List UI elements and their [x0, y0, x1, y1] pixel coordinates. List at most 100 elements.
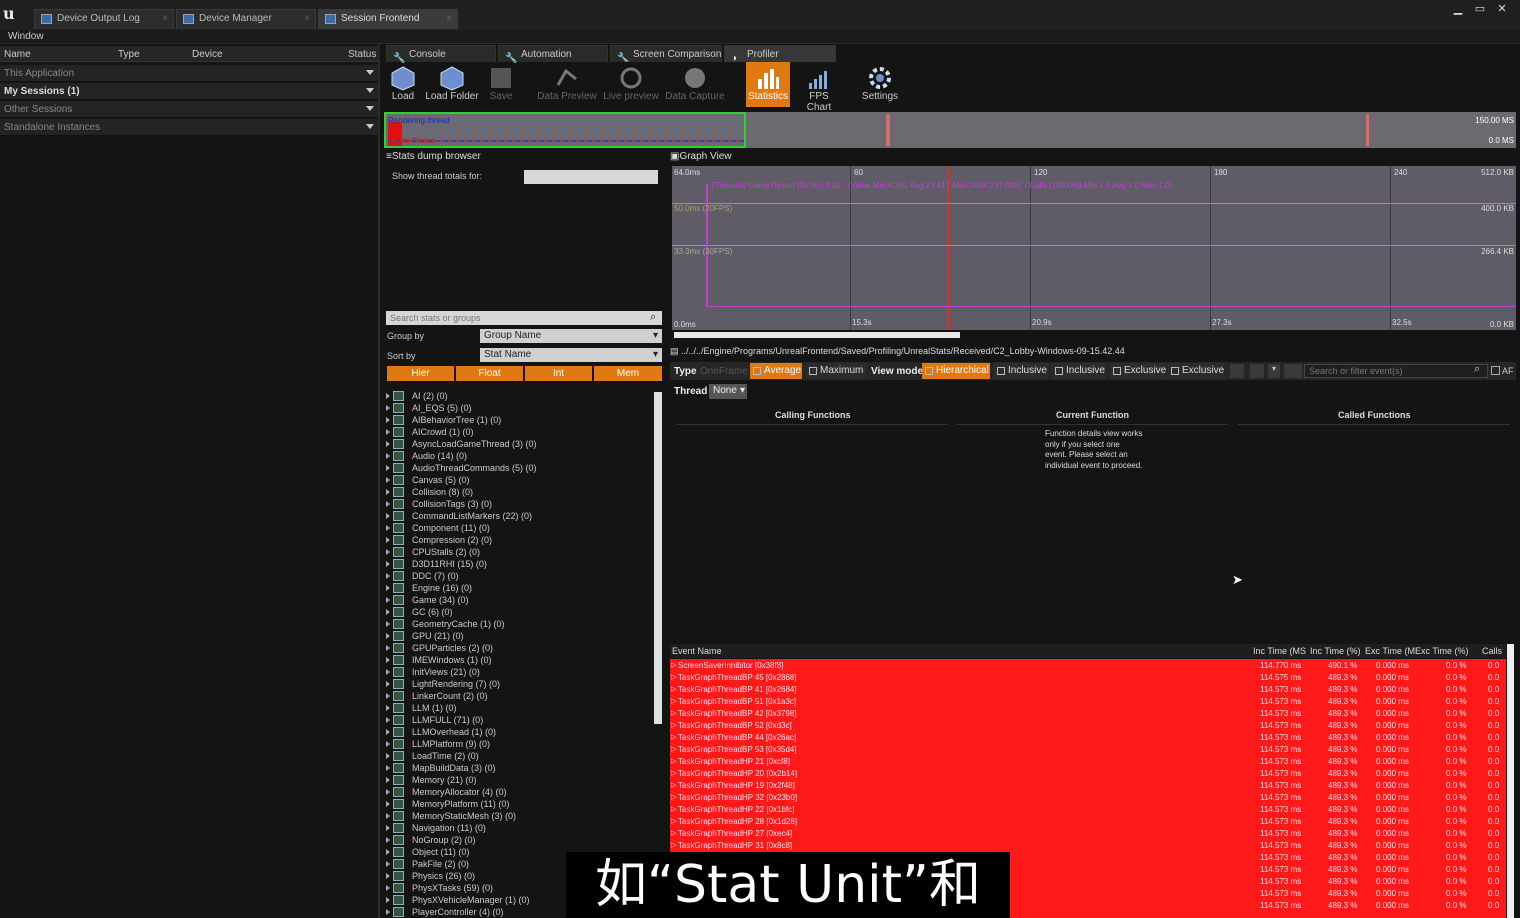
tab-profiler[interactable]: ◑ Profiler	[724, 45, 836, 64]
expand-arrow-icon[interactable]	[386, 765, 390, 771]
expand-arrow-icon[interactable]	[386, 465, 390, 471]
stat-group-item[interactable]: CommandListMarkers (22) (0)	[386, 510, 648, 522]
expand-arrow-icon[interactable]	[386, 621, 390, 627]
stat-group-item[interactable]: D3D11RHI (15) (0)	[386, 558, 648, 570]
stat-group-item[interactable]: Component (11) (0)	[386, 522, 648, 534]
event-row[interactable]: ▷ TaskGraphThreadBP 53 [0x35d4] 114.573 ms…	[670, 744, 1506, 756]
expand-arrow-icon[interactable]	[386, 393, 390, 399]
expand-arrow-icon[interactable]: ▷	[671, 805, 676, 813]
expand-arrow-icon[interactable]	[386, 669, 390, 675]
load-button[interactable]: Load	[386, 62, 420, 110]
stat-group-item[interactable]: GC (6) (0)	[386, 606, 648, 618]
expand-arrow-icon[interactable]: ▷	[671, 709, 676, 717]
col-name[interactable]: Name	[4, 49, 31, 60]
event-row[interactable]: ▷ ScreenSaverInhibitor [0x38f8] 114.770 ms…	[670, 660, 1506, 672]
settings-button[interactable]: Settings	[860, 62, 900, 110]
stat-group-item[interactable]: LinkerCount (2) (0)	[386, 690, 648, 702]
expand-arrow-icon[interactable]	[386, 789, 390, 795]
expand-arrow-icon[interactable]	[386, 741, 390, 747]
maximize-button[interactable]: ▭	[1472, 3, 1488, 15]
session-group-my-sessions[interactable]: My Sessions (1)	[0, 83, 378, 100]
tab-device-output-log[interactable]: Device Output Log ×	[34, 9, 174, 29]
expand-arrow-icon[interactable]	[386, 525, 390, 531]
sort-by-combo[interactable]: Stat Name ▾	[480, 348, 662, 362]
graph-scrollbar[interactable]	[674, 332, 960, 338]
expand-arrow-icon[interactable]	[386, 897, 390, 903]
expand-arrow-icon[interactable]	[386, 597, 390, 603]
data-graph-strip[interactable]: Rendering thread Game thread 150.00 MS 0…	[384, 112, 1516, 148]
expand-arrow-icon[interactable]	[386, 489, 390, 495]
stat-group-item[interactable]: LLM (1) (0)	[386, 702, 648, 714]
stat-group-item[interactable]: Game (34) (0)	[386, 594, 648, 606]
event-row[interactable]: ▷ TaskGraphThreadHP 27 [0xec4] 114.573 ms 4…	[670, 828, 1506, 840]
col-device[interactable]: Device	[192, 49, 223, 60]
expand-arrow-icon[interactable]	[386, 441, 390, 447]
stat-group-item[interactable]: LLMFULL (71) (0)	[386, 714, 648, 726]
expand-arrow-icon[interactable]	[386, 537, 390, 543]
expand-arrow-icon[interactable]: ▷	[671, 721, 676, 729]
stat-group-item[interactable]: CollisionTags (3) (0)	[386, 498, 648, 510]
tab-session-frontend[interactable]: Session Frontend ×	[318, 9, 458, 29]
stat-group-item[interactable]: Memory (21) (0)	[386, 774, 648, 786]
expand-arrow-icon[interactable]	[386, 849, 390, 855]
group-by-combo[interactable]: Group Name ▾	[480, 329, 662, 343]
expand-arrow-icon[interactable]	[386, 549, 390, 555]
stat-group-item[interactable]: Collision (8) (0)	[386, 486, 648, 498]
stat-group-item[interactable]: GPU (21) (0)	[386, 630, 648, 642]
event-row[interactable]: ▷ TaskGraphThreadBP 41 [0x2684] 114.573 ms…	[670, 684, 1506, 696]
expand-arrow-icon[interactable]	[386, 873, 390, 879]
col-status[interactable]: Status	[348, 49, 376, 60]
stat-group-item[interactable]: Audio (14) (0)	[386, 450, 648, 462]
expand-arrow-icon[interactable]	[386, 717, 390, 723]
expand-arrow-icon[interactable]: ▷	[671, 697, 676, 705]
inclusive-button-2[interactable]: Inclusive	[1052, 363, 1106, 379]
tab-console[interactable]: 🔧 Console	[386, 45, 496, 64]
stat-group-item[interactable]: Engine (16) (0)	[386, 582, 648, 594]
live-preview-button[interactable]: Live preview	[602, 62, 660, 110]
expand-arrow-icon[interactable]	[386, 585, 390, 591]
stat-group-item[interactable]: InitViews (21) (0)	[386, 666, 648, 678]
minimize-button[interactable]: ▁	[1450, 3, 1466, 15]
col-type[interactable]: Type	[118, 49, 140, 60]
expand-arrow-icon[interactable]	[386, 861, 390, 867]
col-exc-time-pct[interactable]: Exc Time (%)	[1415, 646, 1469, 656]
session-group-other-sessions[interactable]: Other Sessions	[0, 101, 378, 118]
graph-view[interactable]: 64.0ms 60 120 180 240 512.0 KB [Threads]…	[672, 166, 1516, 330]
expand-arrow-icon[interactable]: ▷	[671, 757, 676, 765]
stat-group-item[interactable]: AICrowd (1) (0)	[386, 426, 648, 438]
stat-group-item[interactable]: LLMPlatform (9) (0)	[386, 738, 648, 750]
stat-group-item[interactable]: MapBuildData (3) (0)	[386, 762, 648, 774]
event-row[interactable]: ▷ TaskGraphThreadBP 45 [0x2868] 114.575 ms…	[670, 672, 1506, 684]
session-group-this-application[interactable]: This Application	[0, 65, 378, 82]
expand-arrow-icon[interactable]: ▷	[671, 793, 676, 801]
data-capture-button[interactable]: Data Capture	[664, 62, 726, 110]
stat-group-item[interactable]: Navigation (11) (0)	[386, 822, 648, 834]
expand-arrow-icon[interactable]: ▷	[671, 685, 676, 693]
expand-arrow-icon[interactable]	[386, 729, 390, 735]
event-row[interactable]: ▷ TaskGraphThreadHP 21 [0xcf8] 114.573 ms 4…	[670, 756, 1506, 768]
expand-arrow-icon[interactable]: ▷	[671, 661, 676, 669]
stat-group-item[interactable]: Compression (2) (0)	[386, 534, 648, 546]
stat-group-item[interactable]: GPUParticles (2) (0)	[386, 642, 648, 654]
expand-arrow-icon[interactable]	[386, 561, 390, 567]
stat-group-item[interactable]: AI_EQS (5) (0)	[386, 402, 648, 414]
chevron-down-icon[interactable]	[366, 106, 374, 111]
expand-arrow-icon[interactable]: ▷	[671, 745, 676, 753]
exclusive-button-1[interactable]: Exclusive	[1110, 363, 1166, 379]
stat-group-item[interactable]: MemoryAllocator (4) (0)	[386, 786, 648, 798]
expand-arrow-icon[interactable]	[386, 453, 390, 459]
save-button[interactable]: Save	[484, 62, 518, 110]
tab-automation[interactable]: 🔧 Automation	[498, 45, 608, 64]
fps-chart-button[interactable]: FPS Chart	[796, 62, 842, 113]
chevron-down-icon[interactable]	[366, 124, 374, 129]
expand-arrow-icon[interactable]	[386, 753, 390, 759]
expand-arrow-icon[interactable]	[386, 705, 390, 711]
tab-device-manager[interactable]: Device Manager ×	[176, 9, 316, 29]
expand-arrow-icon[interactable]	[386, 801, 390, 807]
close-icon[interactable]: ×	[162, 10, 168, 28]
expand-arrow-icon[interactable]	[386, 813, 390, 819]
maximum-button[interactable]: Maximum	[806, 363, 866, 379]
expand-arrow-icon[interactable]	[386, 405, 390, 411]
event-row[interactable]: ▷ TaskGraphThreadHP 20 [0x2b14] 114.573 ms…	[670, 768, 1506, 780]
col-event-name[interactable]: Event Name	[672, 646, 722, 656]
